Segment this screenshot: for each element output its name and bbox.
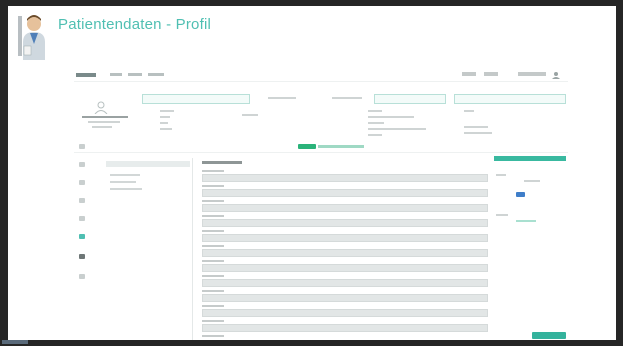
- presenter-logo-icon: [2, 340, 28, 344]
- info-label: [368, 122, 384, 124]
- patient-name: [82, 116, 128, 118]
- settings-icon[interactable]: [79, 254, 85, 259]
- side-panel-label: [496, 214, 508, 216]
- info-value: [368, 128, 426, 130]
- info-label: [368, 110, 382, 112]
- info-value: [368, 116, 414, 118]
- top-navigation: [74, 70, 568, 80]
- divider: [74, 152, 568, 153]
- category-item[interactable]: [110, 181, 136, 183]
- slide: Patientendaten - Profil: [8, 6, 616, 340]
- form-field[interactable]: [202, 249, 488, 257]
- side-panel-header: [494, 156, 566, 161]
- category-item-selected[interactable]: [106, 161, 190, 167]
- field-label: [202, 260, 224, 262]
- info-label: [242, 114, 258, 116]
- nav-tab[interactable]: [110, 73, 122, 76]
- help-icon[interactable]: [79, 274, 85, 279]
- form-field[interactable]: [202, 189, 488, 197]
- form-field[interactable]: [202, 309, 488, 317]
- form-field[interactable]: [202, 234, 488, 242]
- field-label: [202, 290, 224, 292]
- document-icon[interactable]: [79, 198, 85, 203]
- info-label: [464, 126, 488, 128]
- home-icon[interactable]: [79, 144, 85, 149]
- user-menu[interactable]: [518, 72, 546, 76]
- field-label: [202, 215, 224, 217]
- save-button[interactable]: [532, 332, 566, 339]
- category-item[interactable]: [110, 174, 140, 176]
- sidebar: [74, 130, 92, 290]
- info-value: [160, 116, 170, 118]
- info-card: [454, 94, 566, 104]
- form-field[interactable]: [202, 264, 488, 272]
- app-screenshot: [74, 70, 568, 340]
- nav-tab[interactable]: [128, 73, 142, 76]
- field-label: [202, 305, 224, 307]
- form-field[interactable]: [202, 204, 488, 212]
- active-section-button[interactable]: [298, 144, 316, 149]
- side-panel-link[interactable]: [516, 220, 536, 222]
- field-label: [202, 185, 224, 187]
- app-logo: [76, 73, 96, 77]
- field-label: [202, 275, 224, 277]
- slide-title: Patientendaten - Profil: [58, 16, 212, 33]
- section-tabs[interactable]: [318, 145, 364, 148]
- category-list: [106, 158, 193, 340]
- chart-icon[interactable]: [79, 216, 85, 221]
- info-card: [142, 94, 250, 104]
- side-panel: [494, 156, 566, 340]
- form-heading: [202, 161, 242, 164]
- info-card: [374, 94, 446, 104]
- patient-icon[interactable]: [79, 180, 85, 185]
- form-field[interactable]: [202, 294, 488, 302]
- info-label: [160, 122, 168, 124]
- user-avatar-icon[interactable]: [552, 71, 560, 79]
- patient-detail: [88, 121, 120, 123]
- side-panel-label: [496, 174, 506, 176]
- field-label: [202, 170, 224, 172]
- field-label: [202, 335, 224, 337]
- info-value: [464, 132, 492, 134]
- form-field[interactable]: [202, 279, 488, 287]
- toggle-button[interactable]: [516, 192, 525, 197]
- side-panel-value: [524, 180, 540, 182]
- patient-detail: [92, 126, 112, 128]
- patient-photo-icon: [94, 101, 108, 114]
- doctor-avatar-icon: [18, 15, 45, 60]
- info-label: [332, 97, 362, 99]
- profile-icon[interactable]: [79, 234, 85, 239]
- field-label: [202, 200, 224, 202]
- form-field[interactable]: [202, 219, 488, 227]
- nav-item[interactable]: [462, 72, 476, 76]
- info-value: [368, 134, 382, 136]
- profile-form: [200, 158, 490, 340]
- info-label: [464, 110, 474, 112]
- form-field[interactable]: [202, 324, 488, 332]
- nav-tab[interactable]: [148, 73, 164, 76]
- info-label: [160, 110, 174, 112]
- info-value: [160, 128, 172, 130]
- field-label: [202, 245, 224, 247]
- divider: [74, 81, 568, 82]
- slide-edge: [608, 6, 616, 340]
- nav-item[interactable]: [484, 72, 498, 76]
- field-label: [202, 320, 224, 322]
- category-item[interactable]: [110, 188, 142, 190]
- form-field[interactable]: [202, 174, 488, 182]
- field-label: [202, 230, 224, 232]
- info-label: [268, 97, 296, 99]
- calendar-icon[interactable]: [79, 162, 85, 167]
